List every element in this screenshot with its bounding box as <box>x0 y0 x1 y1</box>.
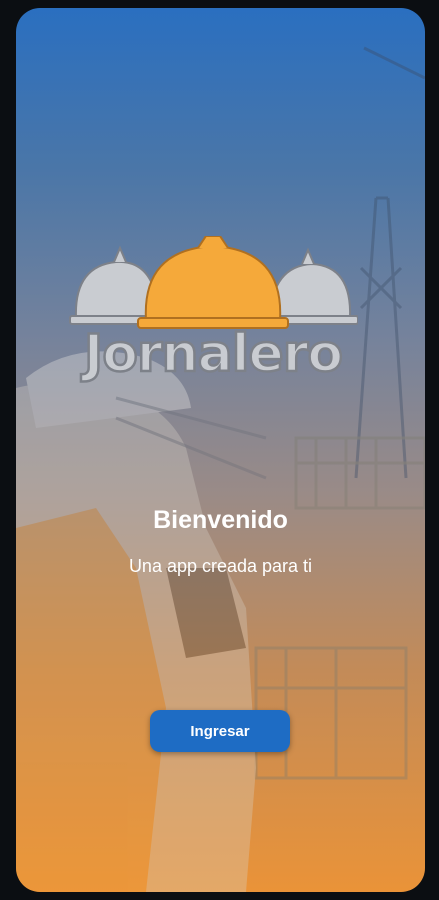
background-photo <box>16 46 425 892</box>
welcome-screen: Jornalero Bienvenido Una app creada para… <box>16 8 425 892</box>
device-frame: Jornalero Bienvenido Una app creada para… <box>0 0 439 900</box>
enter-button[interactable]: Ingresar <box>150 710 290 752</box>
welcome-subtitle: Una app creada para ti <box>128 556 313 576</box>
welcome-title: Bienvenido <box>153 506 288 534</box>
app-logo: Jornalero <box>68 236 358 396</box>
hard-hats-icon <box>69 236 358 329</box>
logo-wordmark: Jornalero <box>83 324 345 384</box>
